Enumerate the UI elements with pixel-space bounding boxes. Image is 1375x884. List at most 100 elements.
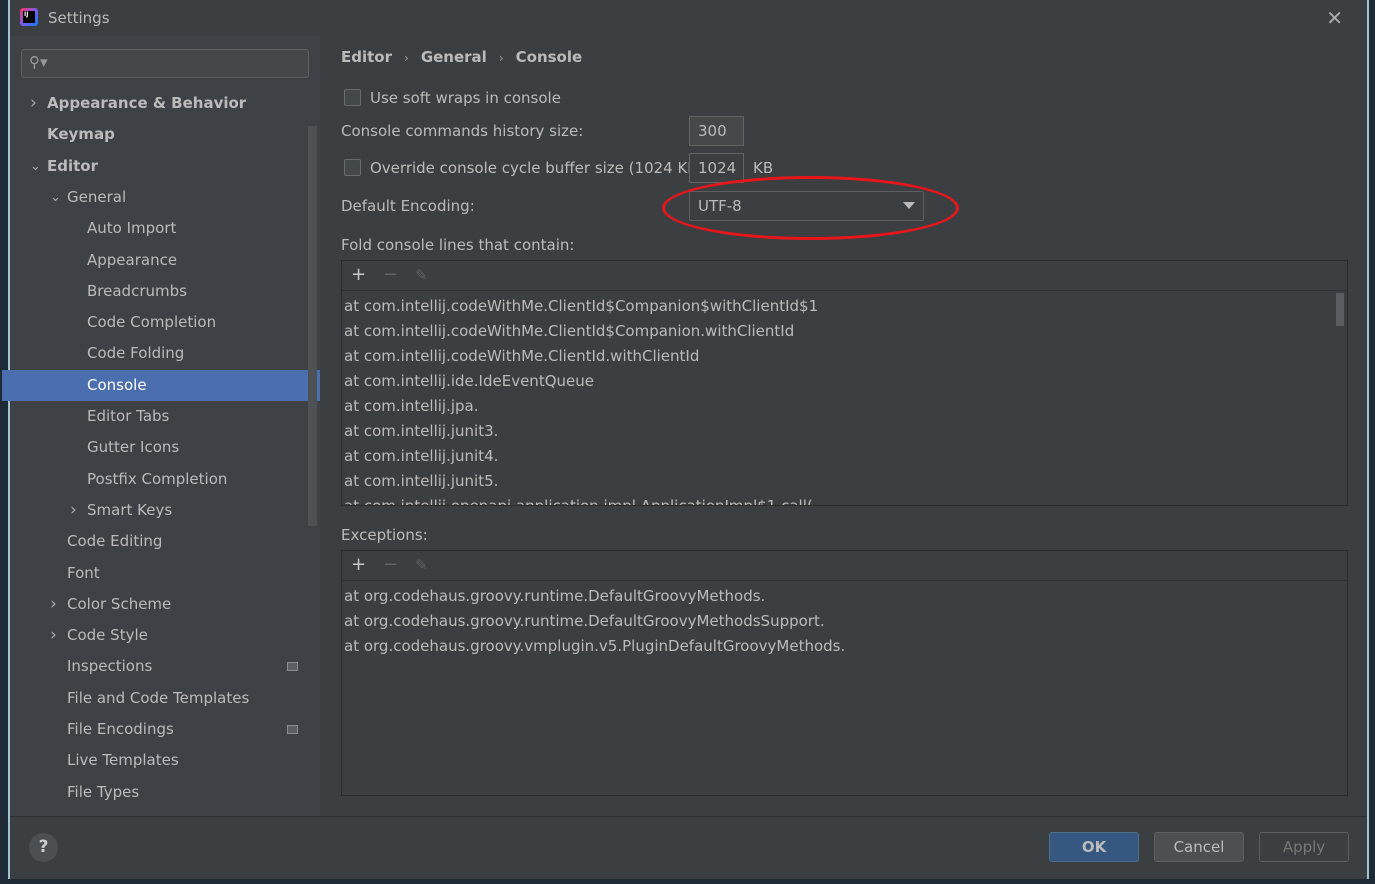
list-item[interactable]: at org.codehaus.groovy.runtime.DefaultGr… <box>342 609 1347 634</box>
sidebar-item-label: Color Scheme <box>67 594 172 613</box>
project-level-icon <box>287 725 298 734</box>
window-title: Settings <box>48 9 110 27</box>
override-buffer-label: Override console cycle buffer size (1024… <box>370 159 704 177</box>
fold-lines-list: + − ✎ at com.intellij.codeWithMe.ClientI… <box>341 260 1348 506</box>
sidebar-item-gutter-icons[interactable]: Gutter Icons <box>10 432 320 463</box>
breadcrumb-item[interactable]: Editor <box>341 48 392 66</box>
sidebar-item-code-editing[interactable]: Code Editing <box>10 526 320 557</box>
list-item[interactable]: at org.codehaus.groovy.vmplugin.v5.Plugi… <box>342 634 1347 659</box>
list-item[interactable]: at org.codehaus.groovy.runtime.DefaultGr… <box>342 584 1347 609</box>
sidebar-item-appearance-behavior[interactable]: › Appearance & Behavior <box>10 88 320 119</box>
list-item[interactable]: at com.intellij.openapi.application.impl… <box>342 494 1347 505</box>
sidebar-item-label: Live Templates <box>67 751 179 770</box>
sidebar-item-label: File and Code Templates <box>67 688 250 707</box>
buffer-unit-label: KB <box>753 159 774 177</box>
sidebar-item-smart-keys[interactable]: › Smart Keys <box>10 495 320 526</box>
sidebar-item-label: Editor Tabs <box>87 407 170 425</box>
list-item[interactable]: at com.intellij.ide.IdeEventQueue <box>342 369 1347 394</box>
sidebar-item-label: Smart Keys <box>87 500 173 519</box>
sidebar-item-code-folding[interactable]: Code Folding <box>10 338 320 369</box>
buffer-size-input[interactable]: 1024 <box>689 153 744 183</box>
sidebar-item-label: Editor <box>47 156 98 175</box>
sidebar-item-general[interactable]: ⌄ General <box>10 182 320 213</box>
cancel-button[interactable]: Cancel <box>1154 832 1244 862</box>
sidebar-item-label: Gutter Icons <box>87 438 180 457</box>
help-button[interactable]: ? <box>29 833 58 862</box>
sidebar-item-file-encodings[interactable]: File Encodings <box>10 714 320 745</box>
sidebar-item-label: Code Completion <box>87 313 217 332</box>
exceptions-list: + − ✎ at org.codehaus.groovy.runtime.Def… <box>341 550 1348 796</box>
sidebar-item-file-types[interactable]: File Types <box>10 777 320 808</box>
sidebar-item-auto-import[interactable]: Auto Import <box>10 213 320 244</box>
exceptions-toolbar: + − ✎ <box>342 551 1347 581</box>
sidebar-item-file-and-code-templates[interactable]: File and Code Templates <box>10 683 320 714</box>
chevron-down-icon[interactable]: ⌄ <box>30 151 41 182</box>
override-buffer-row: Override console cycle buffer size (1024… <box>341 159 703 177</box>
console-settings-panel: Editor › General › Console Use soft wraps in… <box>320 36 1367 816</box>
breadcrumb-item[interactable]: General <box>421 48 487 66</box>
sidebar-item-label: Console <box>87 375 147 394</box>
chevron-right-icon[interactable]: › <box>50 620 57 651</box>
sidebar-item-live-templates[interactable]: Live Templates <box>10 745 320 776</box>
title-bar: IJ Settings ✕ <box>10 0 1367 36</box>
sidebar-item-inspections[interactable]: Inspections <box>10 651 320 682</box>
project-level-icon <box>287 662 298 672</box>
chevron-right-icon[interactable]: › <box>30 88 37 119</box>
search-icon: ⚲▾ <box>29 53 48 71</box>
breadcrumb: Editor › General › Console <box>341 48 582 66</box>
sidebar-item-editor-tabs[interactable]: Editor Tabs <box>10 401 320 432</box>
sidebar-item-console[interactable]: Console <box>2 369 320 401</box>
add-icon[interactable]: + <box>351 264 366 285</box>
chevron-right-icon[interactable]: › <box>50 589 57 620</box>
close-icon[interactable]: ✕ <box>1326 6 1343 30</box>
intellij-logo-icon: IJ <box>20 8 38 26</box>
sidebar-item-appearance[interactable]: Appearance <box>10 245 320 276</box>
sidebar-item-color-scheme[interactable]: › Color Scheme <box>10 589 320 620</box>
sidebar-item-editor[interactable]: ⌄ Editor <box>10 151 320 182</box>
sidebar-scrollbar[interactable] <box>308 126 317 526</box>
sidebar-item-breadcrumbs[interactable]: Breadcrumbs <box>10 276 320 307</box>
history-size-input[interactable]: 300 <box>689 116 744 146</box>
apply-button[interactable]: Apply <box>1259 832 1349 862</box>
encoding-dropdown[interactable]: UTF-8 <box>689 191 924 221</box>
sidebar-item-code-style[interactable]: › Code Style <box>10 620 320 651</box>
sidebar-item-label: Inspections <box>67 657 153 676</box>
exceptions-items: at org.codehaus.groovy.runtime.DefaultGr… <box>342 581 1347 795</box>
list-item[interactable]: at com.intellij.codeWithMe.ClientId$Comp… <box>342 319 1347 344</box>
sidebar-item-font[interactable]: Font <box>10 558 320 589</box>
sidebar-item-label: Breadcrumbs <box>87 281 187 300</box>
sidebar-item-postfix-completion[interactable]: Postfix Completion <box>10 464 320 495</box>
sidebar-item-label: File Types <box>67 782 140 801</box>
chevron-right-icon[interactable]: › <box>70 495 77 526</box>
search-input[interactable]: ⚲▾ <box>21 49 309 78</box>
breadcrumb-separator-icon: › <box>404 51 409 65</box>
edit-icon[interactable]: ✎ <box>415 266 428 284</box>
list-item[interactable]: at com.intellij.codeWithMe.ClientId$Comp… <box>342 294 1347 319</box>
sidebar-item-label: File Encodings <box>67 720 174 738</box>
sidebar-item-label: Appearance <box>87 250 178 269</box>
settings-sidebar: ⚲▾ › Appearance & Behavior Keymap ⌄ Editor ⌄ G… <box>2 36 320 816</box>
chevron-down-icon[interactable]: ⌄ <box>50 182 61 213</box>
sidebar-item-label: Code Editing <box>67 532 163 551</box>
override-buffer-checkbox[interactable] <box>344 159 361 176</box>
remove-icon[interactable]: − <box>383 264 398 285</box>
remove-icon[interactable]: − <box>383 554 398 575</box>
sidebar-item-code-completion[interactable]: Code Completion <box>10 307 320 338</box>
list-item[interactable]: at com.intellij.codeWithMe.ClientId.with… <box>342 344 1347 369</box>
fold-list-scrollbar[interactable] <box>1336 293 1344 326</box>
add-icon[interactable]: + <box>351 554 366 575</box>
fold-toolbar: + − ✎ <box>342 261 1347 291</box>
sidebar-item-keymap[interactable]: Keymap <box>10 119 320 150</box>
list-item[interactable]: at com.intellij.junit5. <box>342 469 1347 494</box>
sidebar-item-label: Code Folding <box>87 344 185 363</box>
soft-wraps-label: Use soft wraps in console <box>370 89 561 107</box>
list-item[interactable]: at com.intellij.junit3. <box>342 419 1347 444</box>
edit-icon[interactable]: ✎ <box>415 556 428 574</box>
ok-button[interactable]: OK <box>1049 832 1139 862</box>
dropdown-arrow-icon <box>903 202 915 209</box>
list-item[interactable]: at com.intellij.junit4. <box>342 444 1347 469</box>
soft-wraps-checkbox[interactable] <box>344 89 361 106</box>
fold-label: Fold console lines that contain: <box>341 236 575 254</box>
list-item[interactable]: at com.intellij.jpa. <box>342 394 1347 419</box>
encoding-label: Default Encoding: <box>341 197 475 215</box>
